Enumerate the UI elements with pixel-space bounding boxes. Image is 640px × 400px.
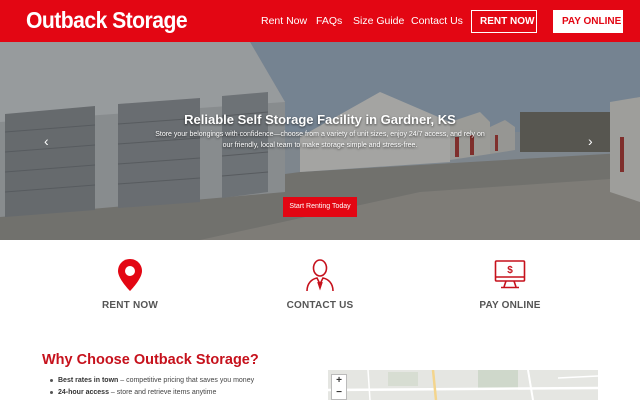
nav-faqs[interactable]: FAQs xyxy=(316,15,342,27)
map-zoom-control: + − xyxy=(331,374,347,400)
zoom-in-button[interactable]: + xyxy=(332,375,346,387)
list-item-bold: Best rates in town xyxy=(58,377,119,384)
list-item-text: – competitive pricing that saves you mon… xyxy=(118,377,255,384)
feature-label-pay-online: PAY ONLINE xyxy=(479,300,541,311)
map-pin-icon xyxy=(118,259,142,291)
monitor-dollar-icon: $ xyxy=(494,260,526,289)
pay-online-button[interactable]: PAY ONLINE xyxy=(553,10,623,33)
chevron-left-icon[interactable]: ‹ xyxy=(44,134,49,148)
start-renting-button[interactable]: Start Renting Today xyxy=(283,197,357,217)
site-logo[interactable]: Outback Storage xyxy=(26,7,188,34)
feature-label-rent-now: RENT NOW xyxy=(101,300,159,311)
nav-contact-us[interactable]: Contact Us xyxy=(411,15,463,27)
location-map[interactable] xyxy=(328,370,598,400)
bullet-icon xyxy=(50,379,53,382)
site-header: Outback Storage Rent Now FAQs Size Guide… xyxy=(0,0,640,42)
zoom-out-button[interactable]: − xyxy=(332,387,346,399)
hero-subtitle: Store your belongings with confidence—ch… xyxy=(155,131,485,149)
list-item-text: – store and retrieve items anytime xyxy=(108,389,217,396)
bullet-icon xyxy=(50,391,53,394)
map-tiles xyxy=(328,370,598,400)
list-item-bold: 24-hour access xyxy=(58,389,109,396)
why-choose-list: Best rates in town – competitive pricing… xyxy=(48,375,254,399)
list-item: Best rates in town – competitive pricing… xyxy=(48,375,254,387)
chevron-right-icon[interactable]: › xyxy=(588,134,593,148)
person-icon xyxy=(306,259,334,292)
feature-pay-online[interactable]: $ PAY ONLINE xyxy=(450,258,570,311)
hero-title: Reliable Self Storage Facility in Gardne… xyxy=(184,112,456,127)
why-choose-heading: Why Choose Outback Storage? xyxy=(42,352,259,368)
rent-now-button[interactable]: RENT NOW xyxy=(471,10,537,33)
list-item: 24-hour access – store and retrieve item… xyxy=(48,387,254,399)
feature-rent-now[interactable]: RENT NOW xyxy=(70,258,190,311)
feature-label-contact-us: CONTACT US xyxy=(286,300,354,311)
nav-rent-now[interactable]: Rent Now xyxy=(261,15,307,27)
hero-slider: Reliable Self Storage Facility in Gardne… xyxy=(0,42,640,240)
feature-contact-us[interactable]: CONTACT US xyxy=(260,258,380,311)
svg-text:$: $ xyxy=(507,265,513,276)
nav-size-guide[interactable]: Size Guide xyxy=(353,15,404,27)
